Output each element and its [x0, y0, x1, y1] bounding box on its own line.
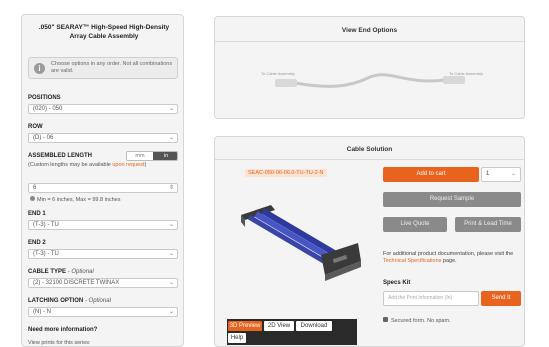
positions-select[interactable]: (020) - 050 ⌄	[28, 104, 178, 114]
end-left-label[interactable]: To Cable Assembly	[253, 71, 303, 76]
chevron-down-icon: ⌄	[168, 251, 174, 257]
positions-label: POSITIONS	[28, 95, 61, 101]
solution-divider	[215, 159, 524, 160]
latching-select[interactable]: (N) - N ⌄	[28, 307, 178, 317]
info-box: i Choose options in any order. Not all c…	[28, 57, 178, 79]
end-options-divider	[215, 41, 524, 42]
quantity-select[interactable]: 1 ⌄	[481, 167, 521, 182]
unit-toggle[interactable]: mm in	[126, 151, 178, 161]
cable-type-label: CABLE TYPE - Optional	[28, 269, 94, 275]
length-range: Min = 6 inches, Max = 99.8 inches	[30, 196, 120, 203]
tab-2d-view[interactable]: 2D View	[264, 321, 294, 331]
unit-in-option[interactable]: in	[153, 152, 177, 160]
chevron-down-icon: ⌄	[168, 135, 174, 141]
cable-type-select[interactable]: (2) - 32100 DISCRETE TWINAX ⌄	[28, 278, 178, 288]
cable-type-label-text: CABLE TYPE	[28, 269, 67, 275]
positions-value: (020) - 050	[33, 106, 63, 112]
end1-label: END 1	[28, 211, 46, 217]
latching-value: (N) - N	[33, 309, 51, 315]
view-tabs: 3D Preview 2D View Download Help	[227, 319, 357, 345]
secure-text: Secured form. No spam.	[391, 318, 451, 324]
tab-help[interactable]: Help	[228, 333, 246, 343]
custom-length-note-suffix: )	[144, 162, 147, 168]
specs-kit-input[interactable]: Add the Print Information (In)	[383, 291, 479, 306]
send-it-button[interactable]: Send It	[481, 291, 521, 306]
range-info-icon	[30, 196, 35, 201]
doc-text-a: For additional product documentation, pl…	[383, 251, 514, 257]
product-title: .050" SEARAY™ High-Speed High-Density Ar…	[38, 24, 170, 40]
custom-length-note: (Custom lengths may be available upon re…	[28, 162, 176, 169]
tech-specs-link[interactable]: Technical Specifications	[383, 258, 441, 264]
info-icon: i	[34, 63, 45, 74]
live-quote-button[interactable]: Live Quote	[383, 217, 447, 232]
length-input[interactable]: 6 ⇕	[28, 183, 178, 193]
info-text: Choose options in any order. Not all com…	[51, 61, 173, 74]
latching-label: LATCHING OPTION - Optional	[28, 298, 111, 304]
quantity-value: 1	[486, 171, 490, 177]
end2-select[interactable]: (T-3) - TU ⌄	[28, 249, 178, 259]
add-to-cart-button[interactable]: Add to cart	[383, 167, 479, 182]
assembled-length-label: ASSEMBLED LENGTH	[28, 153, 93, 159]
end-options-title: View End Options	[341, 27, 398, 34]
tab-3d-preview[interactable]: 3D Preview	[228, 321, 262, 331]
configurator-sidebar: .050" SEARAY™ High-Speed High-Density Ar…	[21, 14, 184, 347]
upon-request-link[interactable]: upon request	[112, 162, 144, 168]
length-value: 6	[33, 185, 37, 191]
end-left-connector	[275, 79, 297, 87]
row-value: (D) - 06	[33, 135, 54, 141]
solution-title: Cable Solution	[346, 146, 393, 153]
latching-label-text: LATCHING OPTION	[28, 298, 84, 304]
chevron-down-icon: ⌄	[168, 222, 174, 228]
need-info-heading: Need more information?	[28, 327, 98, 333]
lock-icon	[383, 317, 388, 322]
row-select[interactable]: (D) - 06 ⌄	[28, 133, 178, 143]
chevron-down-icon: ⌄	[168, 106, 174, 112]
cable-type-value: (2) - 32100 DISCRETE TWINAX	[33, 280, 120, 286]
end2-label: END 2	[28, 240, 46, 246]
view-prints-text: View prints for this series:	[28, 340, 91, 346]
cable-3d-preview	[241, 205, 361, 281]
documentation-text: For additional product documentation, pl…	[383, 251, 523, 265]
request-sample-button[interactable]: Request Sample	[383, 192, 521, 207]
print-lead-time-button[interactable]: Print & Lead Time	[455, 217, 521, 232]
cable-type-optional: - Optional	[67, 269, 94, 275]
end2-value: (T-3) - TU	[33, 251, 59, 257]
custom-length-note-prefix: (Custom lengths may be available	[28, 162, 113, 168]
secure-note: Secured form. No spam.	[383, 317, 451, 324]
end-options-panel: View End Options To Cable Assembly To Ca…	[214, 16, 525, 119]
end-right-connector	[443, 76, 465, 84]
unit-mm-option[interactable]: mm	[127, 152, 153, 160]
chevron-down-icon: ⌄	[510, 171, 516, 177]
stepper-icon: ⇕	[168, 185, 174, 191]
chevron-down-icon: ⌄	[168, 309, 174, 315]
row-label: ROW	[28, 124, 43, 130]
doc-text-b: page.	[441, 258, 457, 264]
part-number: SEAC-050-06-06.0-TU-TU-2-N	[245, 169, 327, 177]
length-range-text: Min = 6 inches, Max = 99.8 inches	[37, 197, 121, 203]
end-right-label[interactable]: To Cable Assembly	[441, 71, 491, 76]
tab-download[interactable]: Download	[296, 321, 332, 331]
cable-ribbon-2	[254, 211, 336, 263]
end1-select[interactable]: (T-3) - TU ⌄	[28, 220, 178, 230]
end1-value: (T-3) - TU	[33, 222, 59, 228]
cable-solution-panel: Cable Solution SEAC-050-06-06.0-TU-TU-2-…	[214, 136, 525, 347]
cable-diagram-line	[294, 73, 446, 88]
latching-optional: - Optional	[84, 298, 111, 304]
chevron-down-icon: ⌄	[168, 280, 174, 286]
specs-kit-label: Specs Kit	[383, 280, 411, 286]
